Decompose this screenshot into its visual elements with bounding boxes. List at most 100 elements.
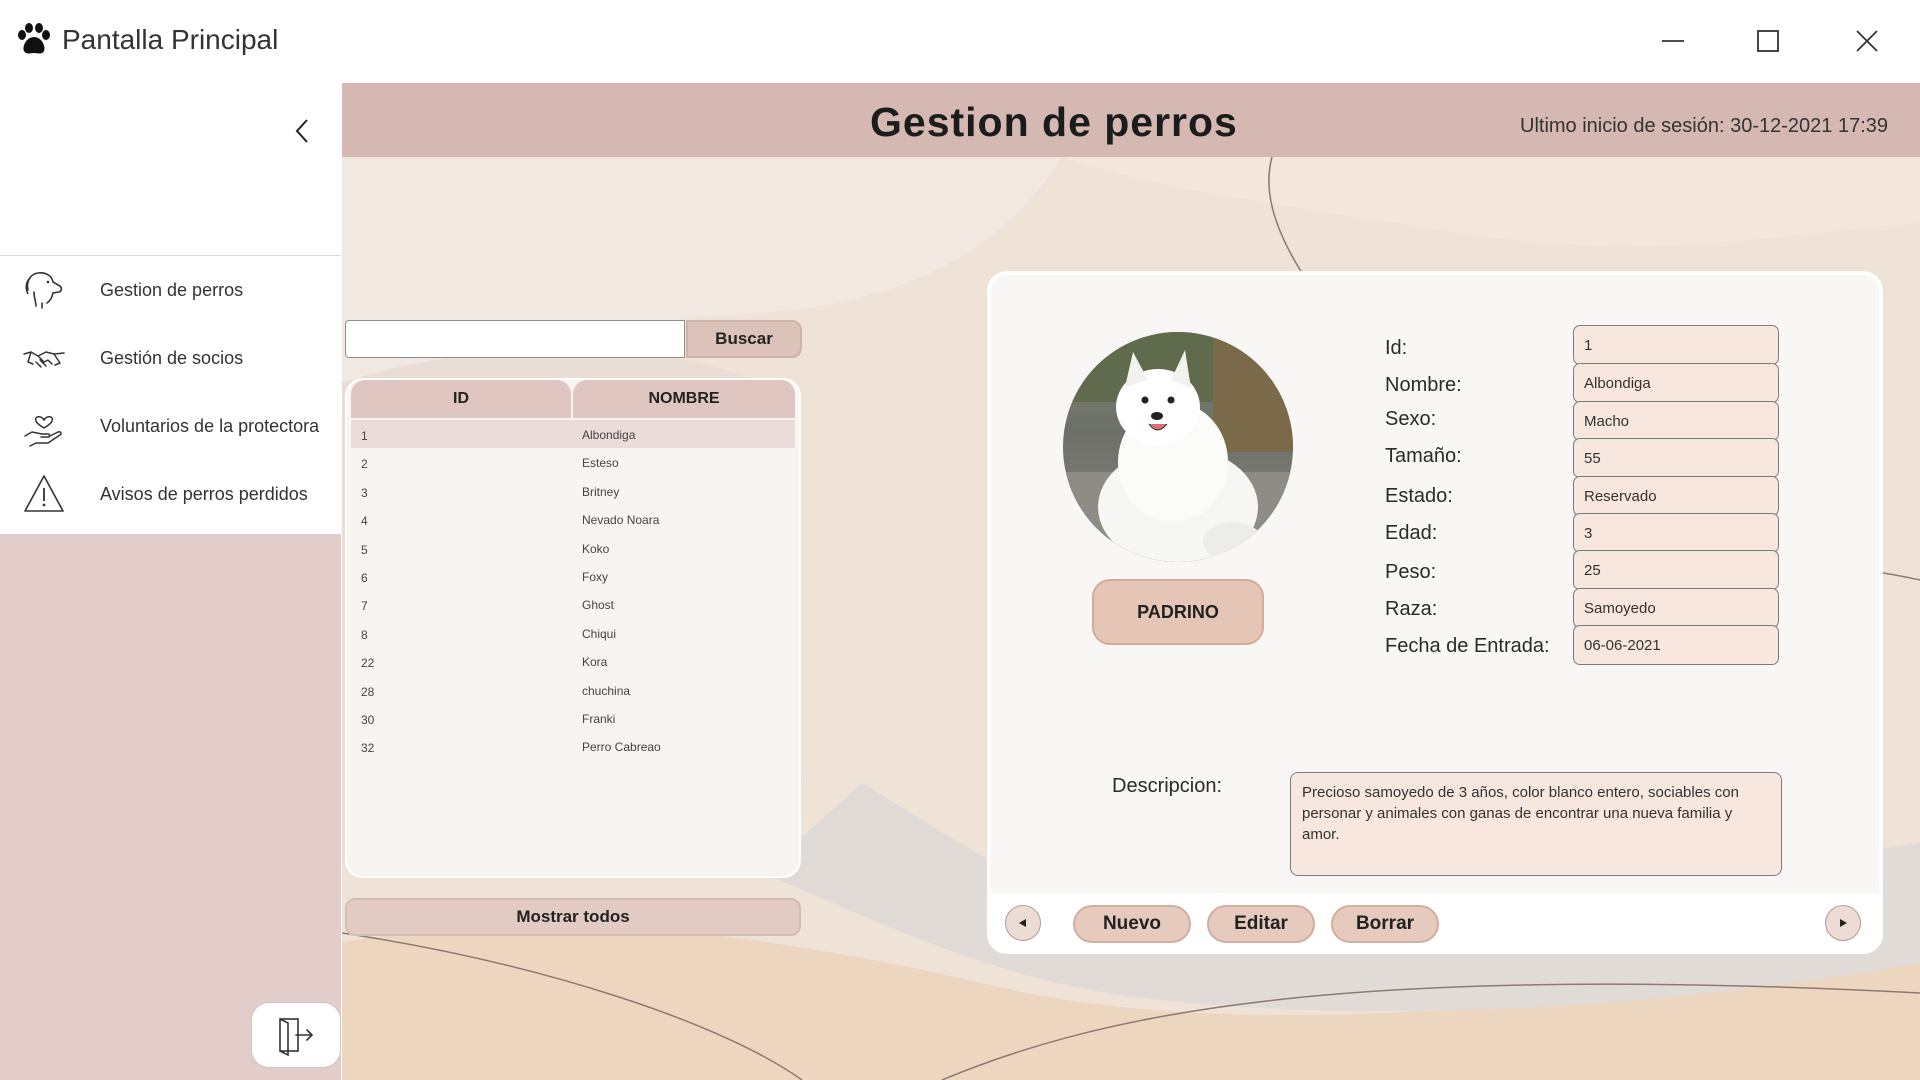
- edit-button[interactable]: Editar: [1207, 905, 1315, 943]
- cell-id: 1: [361, 429, 368, 443]
- cell-id: 8: [361, 627, 368, 642]
- sidebar-top: [0, 83, 341, 255]
- cell-id: 7: [361, 599, 368, 614]
- field-label-raza: Raza:: [1385, 598, 1438, 620]
- delete-button[interactable]: Borrar: [1331, 905, 1439, 943]
- close-icon: [1856, 30, 1878, 52]
- cell-nombre: Koko: [582, 541, 610, 556]
- triangle-left-icon: [1019, 919, 1026, 927]
- field-input-id[interactable]: 1: [1573, 325, 1779, 365]
- table-row[interactable]: 3 Britney: [351, 477, 795, 505]
- sidebar-item-label: Gestión de socios: [100, 347, 244, 368]
- field-label-estado: Estado:: [1385, 485, 1453, 507]
- close-button[interactable]: [1843, 18, 1891, 64]
- field-label-fecha-entrada: Fecha de Entrada:: [1385, 635, 1550, 657]
- field-label-nombre: Nombre:: [1385, 374, 1462, 396]
- dog-detail-card: PADRINO Id: 1 Nombre: Albondiga Sexo: Macho Ta…: [987, 271, 1883, 954]
- main-area: Gestion de perros Ultimo inicio de sesió…: [342, 83, 1920, 1080]
- cell-id: 2: [361, 457, 368, 472]
- chevron-left-icon: [295, 119, 308, 143]
- cell-id: 6: [361, 570, 368, 585]
- previous-button[interactable]: [1005, 905, 1041, 941]
- triangle-right-icon: [1840, 919, 1847, 927]
- dog-image: [1063, 332, 1293, 562]
- page-title: Gestion de perros: [870, 99, 1238, 145]
- sidebar-item-label: Avisos de perros perdidos: [100, 483, 308, 504]
- show-all-button[interactable]: Mostrar todos: [345, 898, 801, 936]
- next-button[interactable]: [1825, 905, 1861, 941]
- cell-id: 22: [361, 656, 375, 671]
- sidebar-item-voluntarios[interactable]: Voluntarios de la protectora: [0, 392, 341, 460]
- field-input-nombre[interactable]: Albondiga: [1573, 363, 1779, 403]
- cell-id: 30: [361, 712, 375, 727]
- cell-id: 4: [361, 514, 368, 529]
- heart-hand-icon: [24, 416, 62, 447]
- field-label-id: Id:: [1385, 337, 1408, 359]
- dog-icon: [25, 272, 63, 309]
- page-header: Gestion de perros Ultimo inicio de sesió…: [342, 83, 1920, 157]
- padrino-button[interactable]: PADRINO: [1092, 579, 1264, 645]
- cell-nombre: Albondiga: [582, 428, 636, 442]
- table-row[interactable]: 8 Chiqui: [351, 619, 795, 647]
- maximize-button[interactable]: [1744, 18, 1792, 64]
- field-label-edad: Edad:: [1385, 522, 1438, 544]
- cell-nombre: Esteso: [582, 456, 619, 471]
- table-row[interactable]: 28 chuchina: [351, 676, 795, 704]
- table-row[interactable]: 30 Franki: [351, 704, 795, 732]
- collapse-sidebar-button[interactable]: [290, 113, 314, 149]
- description-field[interactable]: Precioso samoyedo de 3 años, color blanc…: [1290, 772, 1782, 876]
- table-body: 1 Albondiga 2 Esteso 3 Britney 4 Nevado Noara 5 K…: [351, 420, 795, 761]
- field-label-peso: Peso:: [1385, 561, 1437, 583]
- cell-id: 5: [361, 542, 368, 557]
- description-label: Descripcion:: [1112, 775, 1223, 797]
- sidebar: Gestion de perros Gestión de socios Volu…: [0, 83, 341, 1080]
- cell-nombre: Franki: [582, 711, 616, 726]
- new-button[interactable]: Nuevo: [1073, 905, 1191, 943]
- handshake-icon: [23, 351, 65, 368]
- field-input-edad[interactable]: 3: [1573, 513, 1779, 553]
- dog-photo: [1063, 332, 1293, 562]
- field-input-sexo[interactable]: Macho: [1573, 401, 1779, 441]
- column-header-id[interactable]: ID: [351, 380, 571, 418]
- maximize-icon: [1757, 30, 1779, 52]
- field-input-fecha-entrada[interactable]: 06-06-2021: [1573, 625, 1779, 665]
- table-row[interactable]: 1 Albondiga: [351, 420, 795, 449]
- field-label-tamano: Tamaño:: [1385, 445, 1462, 467]
- cell-nombre: Britney: [582, 484, 620, 499]
- field-input-tamano[interactable]: 55: [1573, 438, 1779, 478]
- table-row[interactable]: 7 Ghost: [351, 590, 795, 618]
- table-row[interactable]: 6 Foxy: [351, 562, 795, 590]
- search-input[interactable]: [345, 320, 685, 358]
- table-row[interactable]: 32 Perro Cabreao: [351, 732, 795, 760]
- title-bar: Pantalla Principal: [0, 0, 1920, 83]
- cell-nombre: Foxy: [582, 569, 609, 584]
- logout-button[interactable]: [251, 1002, 341, 1068]
- table-row[interactable]: 22 Kora: [351, 647, 795, 675]
- sidebar-item-avisos[interactable]: Avisos de perros perdidos: [0, 460, 341, 528]
- sidebar-item-gestion-perros[interactable]: Gestion de perros: [0, 256, 341, 324]
- app-title: Pantalla Principal: [62, 24, 279, 55]
- table-row[interactable]: 4 Nevado Noara: [351, 505, 795, 533]
- cell-nombre: Perro Cabreao: [582, 740, 661, 755]
- cell-id: 32: [361, 741, 375, 756]
- table-row[interactable]: 2 Esteso: [351, 448, 795, 476]
- cell-nombre: Kora: [582, 655, 608, 670]
- sidebar-item-gestion-socios[interactable]: Gestión de socios: [0, 324, 341, 392]
- cell-nombre: Chiqui: [582, 626, 617, 641]
- minimize-icon: [1662, 40, 1684, 42]
- action-bar: Nuevo Editar Borrar: [991, 893, 1879, 950]
- search-button[interactable]: Buscar: [686, 320, 802, 358]
- minimize-button[interactable]: [1649, 18, 1697, 64]
- field-input-raza[interactable]: Samoyedo: [1573, 588, 1779, 628]
- table-row[interactable]: 5 Koko: [351, 534, 795, 562]
- field-input-peso[interactable]: 25: [1573, 550, 1779, 590]
- warning-icon: [24, 475, 64, 512]
- cell-nombre: chuchina: [582, 683, 631, 698]
- dogs-table: ID NOMBRE 1 Albondiga 2 Esteso 3 Britney 4 Neva…: [345, 378, 801, 878]
- cell-id: 3: [361, 485, 368, 500]
- last-session-text: Ultimo inicio de sesión: 30-12-2021 17:3…: [1520, 115, 1888, 137]
- sidebar-nav: Gestion de perros Gestión de socios Volu…: [0, 255, 341, 535]
- field-label-sexo: Sexo:: [1385, 408, 1437, 430]
- column-header-nombre[interactable]: NOMBRE: [573, 380, 795, 418]
- field-input-estado[interactable]: Reservado: [1573, 476, 1779, 516]
